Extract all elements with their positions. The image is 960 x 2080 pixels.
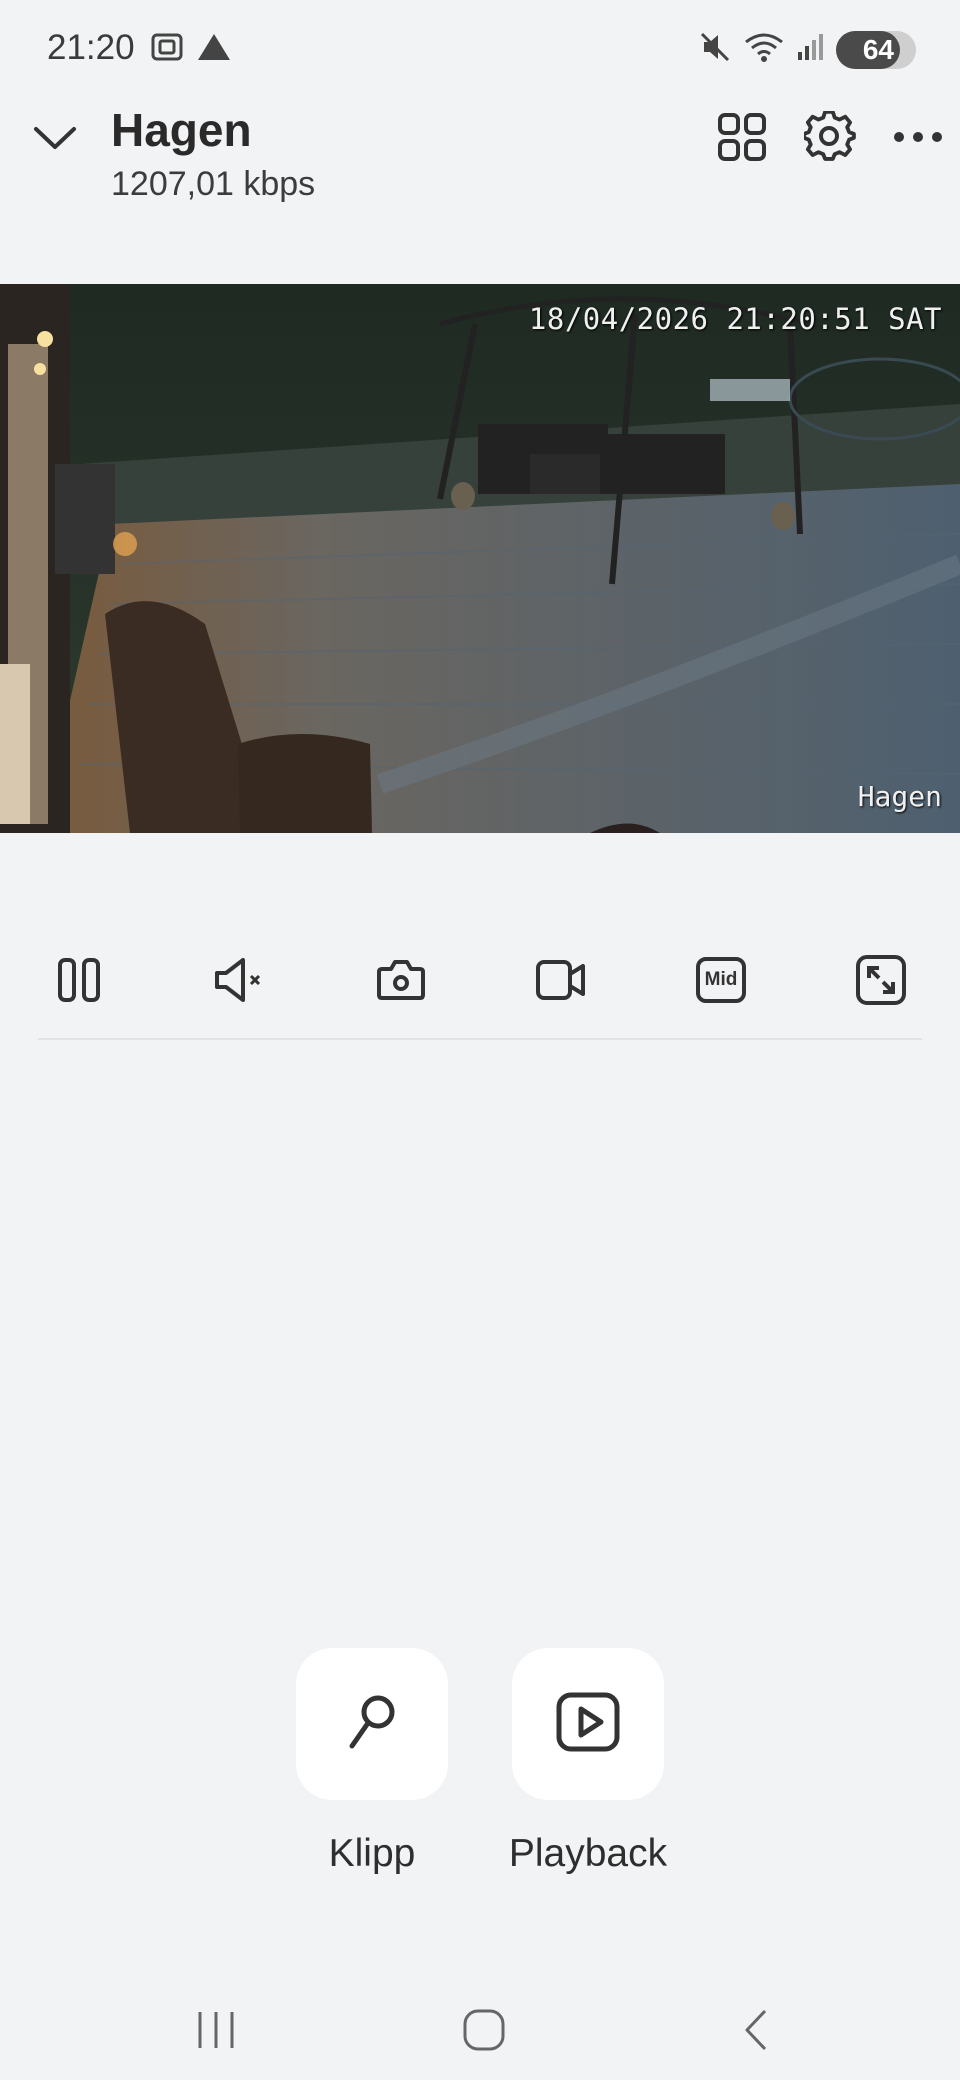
camera-header: Hagen 1207,01 kbps: [0, 95, 960, 225]
alert-triangle-icon: [196, 32, 232, 67]
mute-icon: [698, 30, 732, 69]
quality-button[interactable]: Mid: [686, 945, 756, 1015]
play-icon: [555, 1691, 621, 1758]
fullscreen-icon[interactable]: [846, 945, 916, 1015]
video-timestamp: 18/04/2026 21:20:51 SAT: [528, 302, 942, 336]
home-icon[interactable]: [454, 2000, 514, 2060]
live-video[interactable]: 18/04/2026 21:20:51 SAT Hagen: [0, 284, 960, 833]
system-nav-bar: [0, 1960, 960, 2080]
back-icon[interactable]: [726, 2000, 786, 2060]
screenshot-icon: [150, 32, 184, 67]
speaker-muted-icon[interactable]: [206, 945, 276, 1015]
wifi-icon: [742, 30, 786, 69]
camera-title: Hagen: [111, 104, 252, 156]
signal-icon: [796, 32, 826, 67]
more-icon[interactable]: [888, 107, 948, 167]
playback-controls: Mid: [38, 945, 922, 1040]
record-icon[interactable]: [526, 945, 596, 1015]
clips-button[interactable]: [296, 1648, 448, 1800]
snapshot-icon[interactable]: [366, 945, 436, 1015]
battery-level: 64: [862, 33, 894, 65]
status-time: 21:20: [47, 28, 135, 67]
search-icon: [344, 1692, 400, 1757]
clips-label: Klipp: [328, 1832, 416, 1875]
bitrate-label: 1207,01 kbps: [111, 165, 316, 203]
chevron-down-icon[interactable]: [32, 115, 78, 166]
recents-icon[interactable]: [186, 2000, 246, 2060]
status-bar: 21:20 64: [0, 0, 960, 100]
pause-icon[interactable]: [44, 945, 114, 1015]
camera-feed-image: [0, 284, 960, 833]
quality-label: Mid: [696, 957, 746, 1003]
playback-label: Playback: [508, 1832, 668, 1875]
playback-button[interactable]: [512, 1648, 664, 1800]
gear-icon[interactable]: [800, 107, 860, 167]
battery-icon: 64: [836, 30, 916, 69]
grid-icon[interactable]: [712, 107, 772, 167]
video-camera-label: Hagen: [857, 780, 942, 813]
